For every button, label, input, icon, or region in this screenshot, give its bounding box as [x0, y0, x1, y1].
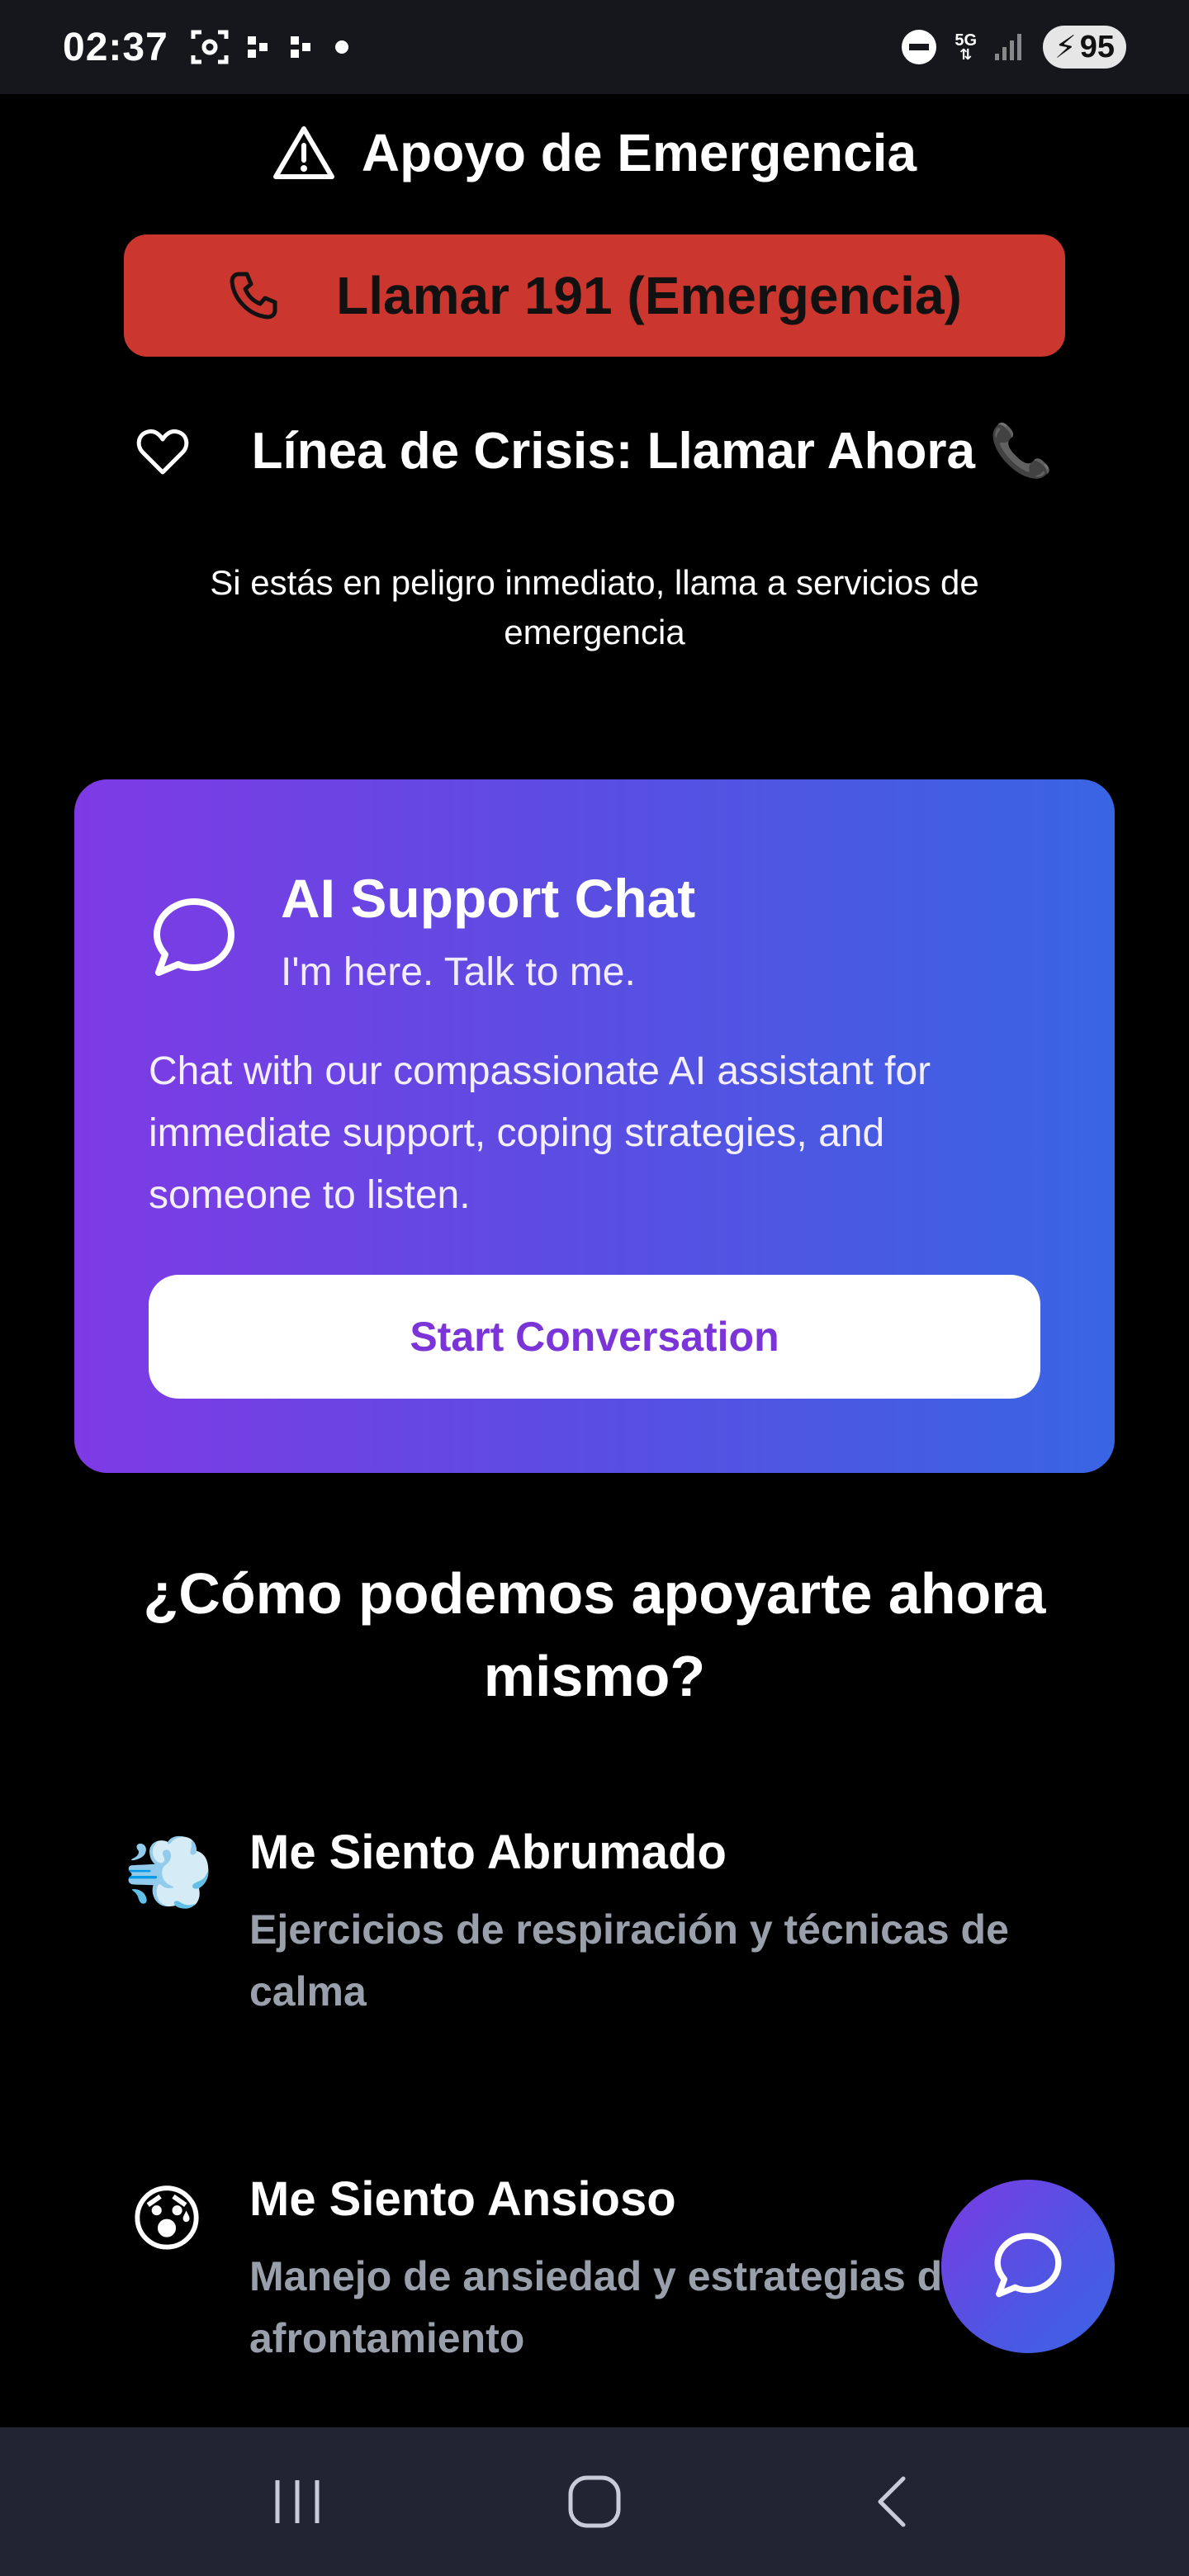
option-description: Ejercicios de respiración y técnicas de … [249, 1906, 1009, 2015]
status-bar: 02:37 5G ⇅ ⚡ 95 [0, 0, 1189, 94]
chat-bubble-icon [994, 2233, 1062, 2298]
support-heading: ¿Cómo podemos apoyarte ahora mismo? [143, 1561, 1046, 1708]
home-icon [568, 2475, 621, 2528]
option-title: Me Siento Ansioso [249, 2172, 676, 2226]
back-button[interactable] [842, 2452, 941, 2551]
do-not-disturb-icon [902, 30, 937, 64]
recent-apps-button[interactable] [248, 2452, 347, 2551]
notification-dots-icon [290, 36, 310, 58]
chat-bubble-icon [154, 898, 234, 976]
back-icon [878, 2476, 906, 2527]
network-5g-icon: 5G ⇅ [955, 31, 978, 63]
dot-icon [334, 40, 348, 54]
status-system-icons: 5G ⇅ ⚡ 95 [900, 26, 1126, 69]
ai-card-description: Chat with our compassionate AI assistant… [149, 1049, 931, 1217]
system-nav-bar [0, 2427, 1189, 2576]
emergency-title: Apoyo de Emergencia [361, 123, 917, 182]
ai-card-subtitle: I'm here. Talk to me. [281, 950, 636, 994]
signal-icon [995, 34, 1022, 60]
ai-card-header: AI Support Chat I'm here. Talk to me. [149, 865, 695, 995]
ai-card-title: AI Support Chat [281, 868, 696, 929]
wind-face-icon: 💨 [124, 1831, 215, 1913]
ai-support-card: AI Support Chat I'm here. Talk to me. Ch… [74, 779, 1115, 1473]
home-button[interactable] [545, 2452, 644, 2551]
crisis-line-label: Línea de Crisis: Llamar Ahora 📞 [251, 423, 1054, 480]
battery-level: 95 [1079, 29, 1115, 64]
battery-icon: ⚡ 95 [1043, 26, 1126, 69]
call-button-label: Llamar 191 (Emergencia) [336, 266, 962, 325]
phone-icon [230, 272, 277, 320]
danger-note: Si estás en peligro inmediato, llama a s… [210, 563, 979, 651]
chat-fab-button[interactable] [941, 2180, 1115, 2353]
charging-bolt-icon: ⚡ [1054, 30, 1077, 65]
screenshot-icon [191, 30, 229, 64]
heart-icon [136, 429, 188, 474]
status-time: 02:37 [63, 25, 168, 69]
option-title: Me Siento Abrumado [249, 1825, 727, 1879]
call-emergency-button[interactable]: Llamar 191 (Emergencia) [124, 234, 1065, 357]
crisis-line-link[interactable]: Línea de Crisis: Llamar Ahora 📞 [0, 421, 1189, 481]
anxious-face-icon: 😰 [129, 2178, 205, 2260]
app-screen: 02:37 5G ⇅ ⚡ 95 Apoyo de Emergencia Llam… [0, 0, 1189, 2576]
status-notification-icons [190, 29, 350, 65]
warning-icon [272, 126, 334, 179]
start-conversation-button[interactable]: Start Conversation [149, 1275, 1040, 1399]
notification-dots-icon [247, 36, 268, 58]
emergency-header: Apoyo de Emergencia [0, 122, 1189, 183]
recent-apps-icon [275, 2480, 320, 2523]
